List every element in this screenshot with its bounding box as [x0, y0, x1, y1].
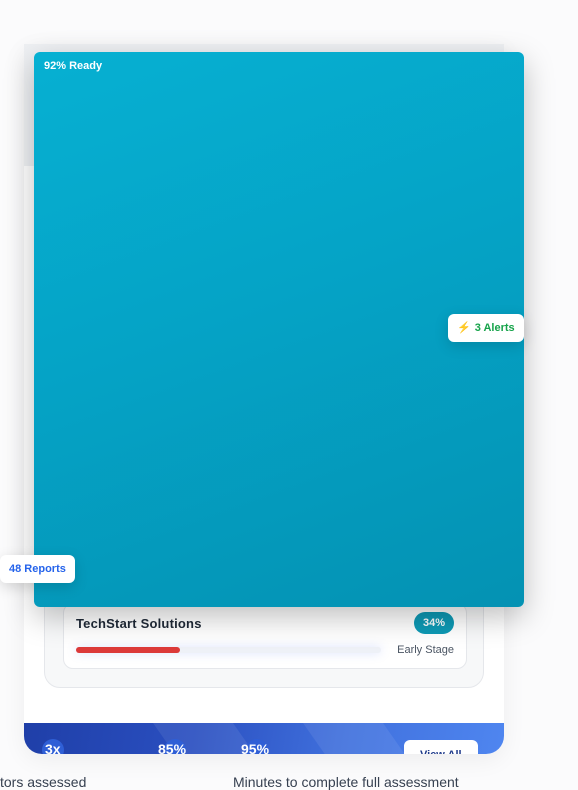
stat-value: 85%	[158, 741, 187, 754]
readiness-progress-bar	[76, 647, 381, 653]
reports-badge[interactable]: 48 Reports	[0, 555, 75, 583]
stage-label: Early Stage	[397, 644, 454, 656]
readiness-progress-fill	[76, 647, 180, 653]
stats-band: 3x 85% 95% View All	[24, 723, 504, 754]
readiness-percent-badge: 34%	[413, 612, 454, 634]
stat-value: 95%	[241, 741, 270, 754]
ready-label: 92% Ready	[44, 60, 103, 72]
reports-label: 48 Reports	[9, 563, 66, 575]
company-item[interactable]: TechStart Solutions 34% Early Stage	[63, 603, 467, 669]
view-all-button[interactable]: View All	[404, 740, 478, 754]
alerts-label: 3 Alerts	[474, 322, 515, 334]
stat-value: 3x	[45, 741, 61, 754]
alerts-badge[interactable]: ⚡ 3 Alerts	[448, 314, 524, 342]
lightning-bolt-icon: ⚡	[457, 322, 471, 334]
company-name: TechStart Solutions	[76, 616, 202, 631]
